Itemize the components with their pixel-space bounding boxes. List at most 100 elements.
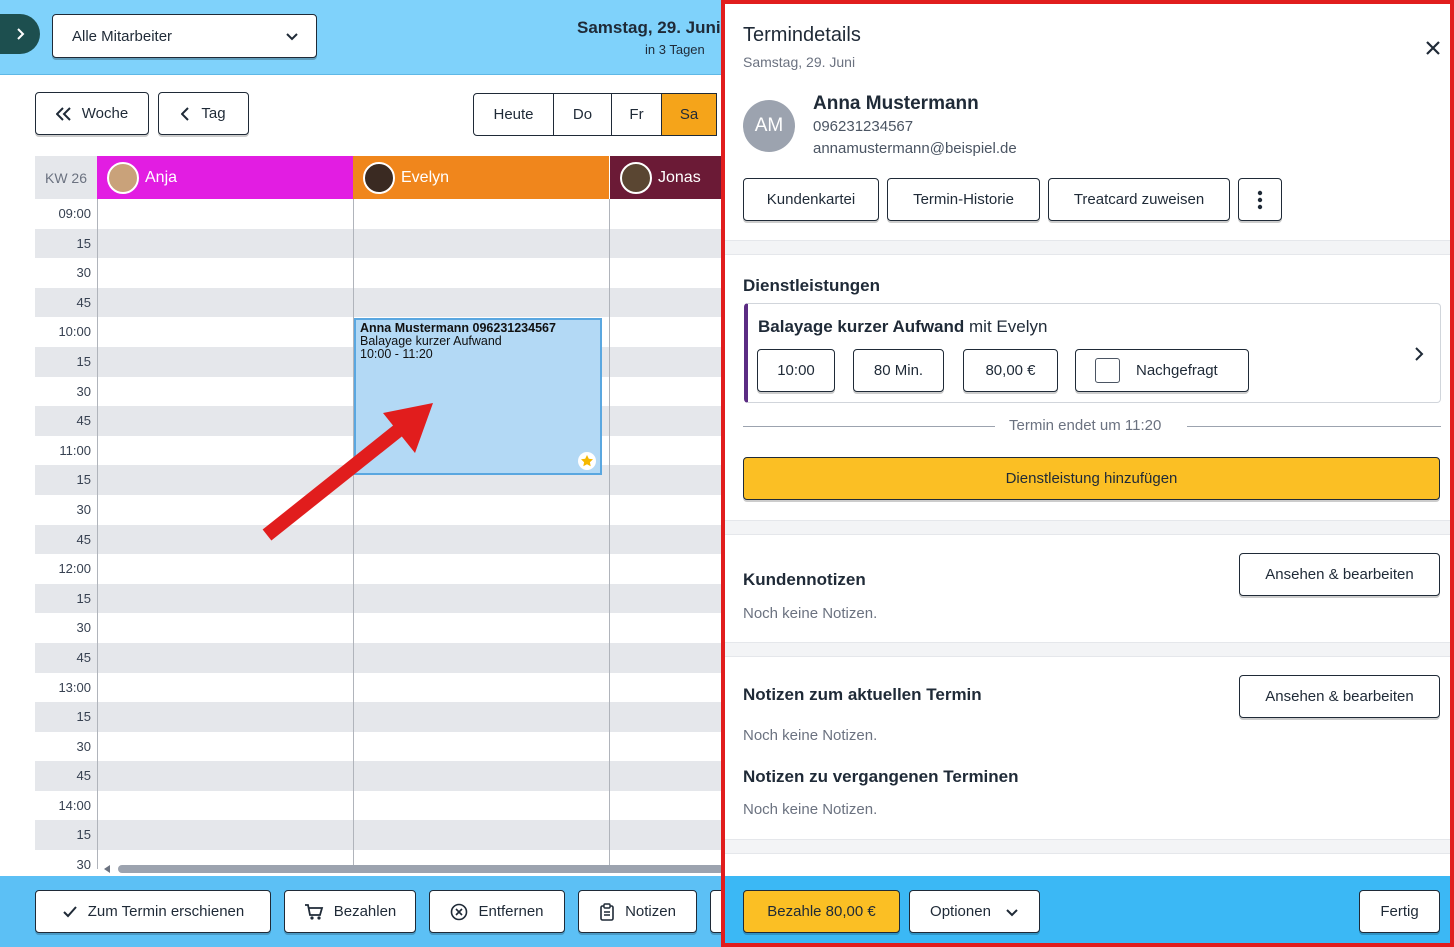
time-row[interactable]: 13:00 (35, 673, 725, 703)
customer-phone[interactable]: 096231234567 (813, 118, 913, 135)
arrived-button[interactable]: Zum Termin erschienen (35, 890, 271, 933)
pay-amount-button[interactable]: Bezahle 80,00 € (743, 890, 900, 933)
week-number: KW 26 (35, 156, 97, 199)
customer-notes-empty: Noch keine Notizen. (743, 605, 878, 622)
close-icon[interactable] (1425, 40, 1441, 56)
time-label: 45 (76, 649, 91, 665)
section-divider (725, 839, 1450, 854)
time-label: 11:00 (59, 442, 91, 458)
clipboard-icon (600, 902, 614, 921)
chevron-down-icon (1006, 908, 1018, 916)
staff-select[interactable]: Alle Mitarbeiter (52, 14, 317, 58)
time-row[interactable]: 15 (35, 228, 725, 259)
current-notes-edit-button[interactable]: Ansehen & bearbeiten (1239, 675, 1440, 718)
time-label: 45 (76, 294, 91, 310)
notes-button[interactable]: Notizen (578, 890, 697, 933)
remove-button[interactable]: Entfernen (429, 890, 565, 933)
chevron-right-icon[interactable] (1414, 347, 1424, 361)
staff-name: Evelyn (401, 168, 450, 186)
service-price-field[interactable]: 80,00 € (963, 349, 1058, 392)
time-row[interactable]: 15 (35, 702, 725, 732)
cart-icon (304, 903, 323, 920)
day-fri-button[interactable]: Fr (611, 93, 662, 136)
avatar (363, 161, 395, 194)
staff-column-evelyn[interactable]: Evelyn (353, 156, 609, 199)
time-row[interactable]: 14:00 (35, 791, 725, 821)
services-heading: Dienstleistungen (743, 276, 880, 295)
double-chevron-left-icon (55, 106, 71, 121)
panel-title: Termindetails (743, 24, 861, 46)
time-label: 30 (76, 857, 91, 869)
more-options-button[interactable] (1238, 178, 1282, 221)
staff-column-jonas[interactable]: Jonas (610, 156, 725, 199)
day-sat-button[interactable]: Sa (661, 93, 717, 136)
options-dropdown[interactable]: Optionen (909, 890, 1040, 933)
time-row[interactable]: 45 (35, 761, 725, 791)
horizontal-scrollbar[interactable] (104, 864, 724, 874)
time-label: 45 (76, 413, 91, 429)
time-label: 30 (76, 265, 91, 281)
customer-name[interactable]: Anna Mustermann (813, 93, 979, 115)
staff-select-value: Alle Mitarbeiter (72, 27, 173, 45)
time-row[interactable]: 15 (35, 820, 725, 851)
notes-label: Notizen (625, 903, 676, 920)
past-notes-heading: Notizen zu vergangenen Terminen (743, 767, 1019, 786)
divider-line (743, 426, 995, 427)
service-name: Balayage kurzer Aufwand (758, 317, 965, 336)
done-button[interactable]: Fertig (1359, 890, 1440, 933)
time-row[interactable]: 30 (35, 258, 725, 288)
assign-treatcard-button[interactable]: Treatcard zuweisen (1048, 178, 1230, 221)
appointment-history-button[interactable]: Termin-Historie (887, 178, 1040, 221)
today-button[interactable]: Heute (473, 93, 554, 136)
day-thu-button[interactable]: Do (553, 93, 612, 136)
service-start-field[interactable]: 10:00 (757, 349, 835, 392)
day-back-label: Tag (201, 105, 226, 122)
time-label: 09:00 (58, 206, 91, 221)
week-back-button[interactable]: Woche (35, 92, 149, 135)
time-row[interactable]: 45 (35, 287, 725, 318)
time-label: 15 (76, 590, 91, 606)
day-back-button[interactable]: Tag (158, 92, 249, 135)
arrow-annotation-icon (262, 403, 433, 541)
appointment-details-panel: Termindetails Samstag, 29. Juni AM Anna … (721, 0, 1454, 947)
time-label: 45 (76, 768, 91, 784)
chevron-down-icon (286, 33, 298, 41)
current-notes-empty: Noch keine Notizen. (743, 727, 878, 744)
time-label: 30 (76, 383, 91, 399)
customer-notes-heading: Kundennotizen (743, 570, 866, 589)
past-notes-empty: Noch keine Notizen. (743, 801, 878, 818)
customer-email[interactable]: annamustermann@beispiel.de (813, 140, 1017, 157)
customer-file-button[interactable]: Kundenkartei (743, 178, 879, 221)
expand-sidebar-button[interactable] (0, 14, 40, 54)
pay-button[interactable]: Bezahlen (284, 890, 416, 933)
avatar (107, 161, 139, 194)
time-label: 15 (76, 709, 91, 725)
service-duration-field[interactable]: 80 Min. (853, 349, 944, 392)
arrived-label: Zum Termin erschienen (87, 903, 245, 920)
section-divider (725, 240, 1450, 255)
time-row[interactable]: 45 (35, 642, 725, 673)
check-icon (63, 905, 77, 917)
time-row[interactable]: 30 (35, 613, 725, 643)
time-row[interactable]: 30 (35, 732, 725, 762)
appointment-end-text: Termin endet um 11:20 (1009, 417, 1162, 434)
column-divider (97, 199, 98, 869)
time-row[interactable]: 09:00 (35, 199, 725, 229)
checkbox-box[interactable] (1095, 358, 1120, 383)
staff-column-anja[interactable]: Anja (97, 156, 353, 199)
relative-date: in 3 Tagen (645, 42, 705, 57)
appointment-time: 10:00 - 11:20 (360, 347, 433, 361)
time-row[interactable]: 15 (35, 583, 725, 614)
customer-notes-edit-button[interactable]: Ansehen & bearbeiten (1239, 553, 1440, 596)
current-notes-heading: Notizen zum aktuellen Termin (743, 685, 982, 704)
time-label: 12:00 (58, 561, 91, 577)
requested-checkbox[interactable]: Nachgefragt (1075, 349, 1249, 392)
time-label: 10:00 (58, 324, 91, 340)
chevron-left-icon (181, 106, 190, 121)
star-icon (578, 452, 596, 470)
add-service-button[interactable]: Dienstleistung hinzufügen (743, 457, 1440, 500)
time-row[interactable]: 12:00 (35, 554, 725, 584)
chevron-right-icon (17, 28, 25, 40)
time-label: 30 (76, 620, 91, 636)
options-label: Optionen (930, 903, 991, 920)
